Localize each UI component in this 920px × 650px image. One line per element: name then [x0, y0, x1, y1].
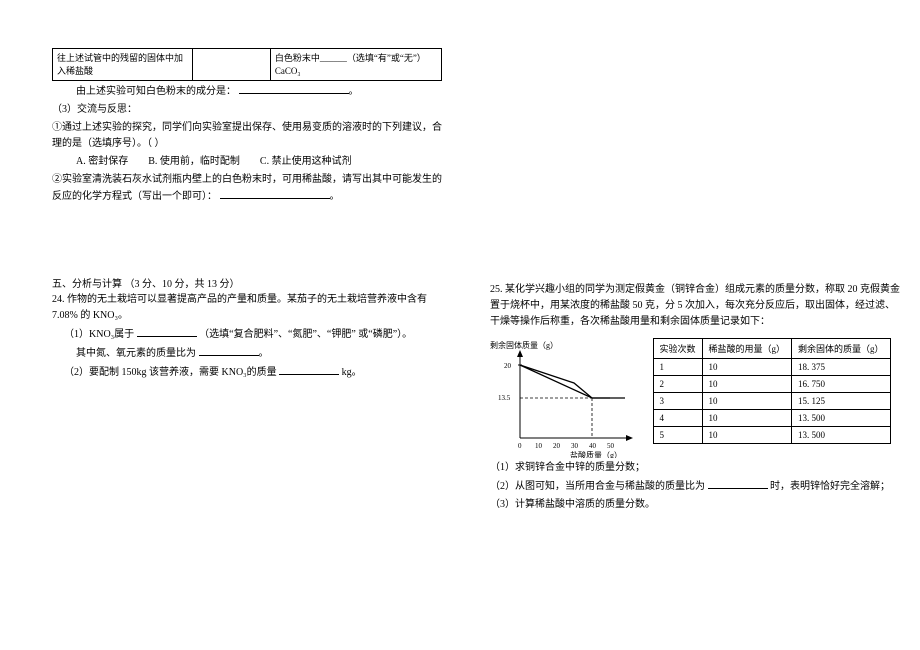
right-column: 25. 某化学兴趣小组的同学为测定假黄金（铜锌合金）组成元素的质量分数，称取 2…	[490, 280, 900, 515]
q24-stem: 24. 作物的无土栽培可以显著提高产品的产量和质量。某茄子的无土栽培营养液中含有…	[52, 292, 442, 324]
cell: 10	[702, 359, 792, 376]
conclusion-label: 由上述实验可知白色粉末的成分是：	[76, 86, 236, 97]
x-axis-label: 盐酸质量（g）	[570, 450, 622, 458]
blank-fill[interactable]	[137, 326, 197, 337]
q24-1-prefix: （1）KNO₃属于	[64, 329, 134, 340]
cell: 10	[702, 410, 792, 427]
cell: 2	[653, 376, 702, 393]
q25-1: （1）求铜锌合金中锌的质量分数；	[490, 460, 900, 476]
q24-1-suffix: （选填“复合肥料”、“氮肥”、“钾肥” 或“磷肥”）。	[199, 329, 412, 340]
q25-2: （2）从图可知，当所用合金与稀盐酸的质量比为 时，表明锌恰好完全溶解；	[490, 478, 900, 495]
option-c[interactable]: C. 禁止使用这种试剂	[260, 156, 352, 167]
cell: 13. 500	[792, 410, 891, 427]
q25-stem: 25. 某化学兴趣小组的同学为测定假黄金（铜锌合金）组成元素的质量分数，称取 2…	[490, 282, 900, 330]
table-row: 5 10 13. 500	[653, 427, 890, 444]
cell: 10	[702, 427, 792, 444]
cell: 1	[653, 359, 702, 376]
blank-fill[interactable]	[199, 345, 259, 356]
left-column: 往上述试管中的残留的固体中加入稀盐酸 白色粉末中______（选填“有”或“无”…	[52, 48, 442, 383]
conclusion-line: 由上述实验可知白色粉末的成分是： 。	[52, 83, 442, 100]
svg-text:50: 50	[607, 442, 615, 450]
cell: 3	[653, 393, 702, 410]
table-row: 往上述试管中的残留的固体中加入稀盐酸 白色粉末中______（选填“有”或“无”…	[53, 49, 442, 81]
cell: 5	[653, 427, 702, 444]
table-row: 2 10 16. 750	[653, 376, 890, 393]
svg-text:40: 40	[589, 442, 597, 450]
blank-fill[interactable]	[239, 83, 349, 94]
q24-1: （1）KNO₃属于 （选填“复合肥料”、“氮肥”、“钾肥” 或“磷肥”）。	[52, 326, 442, 343]
cell-blank	[193, 49, 271, 81]
q24-2-label: （2）要配制 150kg 该营养液，需要 KNO₃的质量	[64, 367, 277, 378]
cell: 15. 125	[792, 393, 891, 410]
options-row: A. 密封保存 B. 使用前，临时配制 C. 禁止使用这种试剂	[52, 154, 442, 170]
q-suggestion: ①通过上述实验的探究，同学们向实验室提出保存、使用易变质的溶液时的下列建议，合理…	[52, 120, 442, 152]
table-row: 实验次数 稀盐酸的用量（g） 剩余固体的质量（g）	[653, 339, 890, 359]
svg-text:20: 20	[553, 442, 561, 450]
table-row: 3 10 15. 125	[653, 393, 890, 410]
q25-2-prefix: （2）从图可知，当所用合金与稀盐酸的质量比为	[490, 481, 705, 492]
q24-2: （2）要配制 150kg 该营养液，需要 KNO₃的质量 kg。	[52, 364, 442, 381]
cell: 18. 375	[792, 359, 891, 376]
q25-3: （3）计算稀盐酸中溶质的质量分数。	[490, 497, 900, 513]
table-row: 1 10 18. 375	[653, 359, 890, 376]
section5-title: 五、分析与计算 （3 分、10 分，共 13 分）	[52, 275, 442, 290]
blank-fill[interactable]	[708, 478, 768, 489]
section3-title: （3）交流与反思：	[52, 102, 442, 118]
cell: 13. 500	[792, 427, 891, 444]
q24-1c: 其中氮、氧元素的质量比为 。	[52, 345, 442, 362]
svg-text:30: 30	[571, 442, 579, 450]
data-table: 实验次数 稀盐酸的用量（g） 剩余固体的质量（g） 1 10 18. 375 2…	[653, 338, 891, 444]
experiment-table: 往上述试管中的残留的固体中加入稀盐酸 白色粉末中______（选填“有”或“无”…	[52, 48, 442, 81]
mass-chart: 剩余固体质量（g） 0 10 20 30 40 50 20 13.5	[490, 338, 640, 458]
svg-text:13.5: 13.5	[498, 394, 511, 402]
col-acid-mass: 稀盐酸的用量（g）	[702, 339, 792, 359]
cell-result: 白色粉末中______（选填“有”或“无”）CaCO₃	[270, 49, 441, 81]
svg-text:10: 10	[535, 442, 543, 450]
q24-2-unit: kg。	[342, 367, 362, 378]
cell: 10	[702, 393, 792, 410]
col-solid-mass: 剩余固体的质量（g）	[792, 339, 891, 359]
svg-text:0: 0	[518, 442, 522, 450]
col-exp-num: 实验次数	[653, 339, 702, 359]
blank-fill[interactable]	[220, 188, 330, 199]
option-a[interactable]: A. 密封保存	[76, 156, 128, 167]
cell: 16. 750	[792, 376, 891, 393]
q25-2-suffix: 时，表明锌恰好完全溶解；	[770, 481, 890, 492]
y-axis-label: 剩余固体质量（g）	[490, 340, 558, 350]
cell: 4	[653, 410, 702, 427]
option-b[interactable]: B. 使用前，临时配制	[148, 156, 240, 167]
blank-fill[interactable]	[279, 364, 339, 375]
q-equation: ②实验室清洗装石灰水试剂瓶内壁上的白色粉末时，可用稀盐酸，请写出其中可能发生的反…	[52, 172, 442, 205]
chart-and-table-row: 剩余固体质量（g） 0 10 20 30 40 50 20 13.5	[490, 338, 900, 458]
q24-1c-label: 其中氮、氧元素的质量比为	[76, 348, 196, 359]
svg-text:20: 20	[504, 362, 512, 370]
cell-procedure: 往上述试管中的残留的固体中加入稀盐酸	[53, 49, 193, 81]
cell: 10	[702, 376, 792, 393]
table-row: 4 10 13. 500	[653, 410, 890, 427]
